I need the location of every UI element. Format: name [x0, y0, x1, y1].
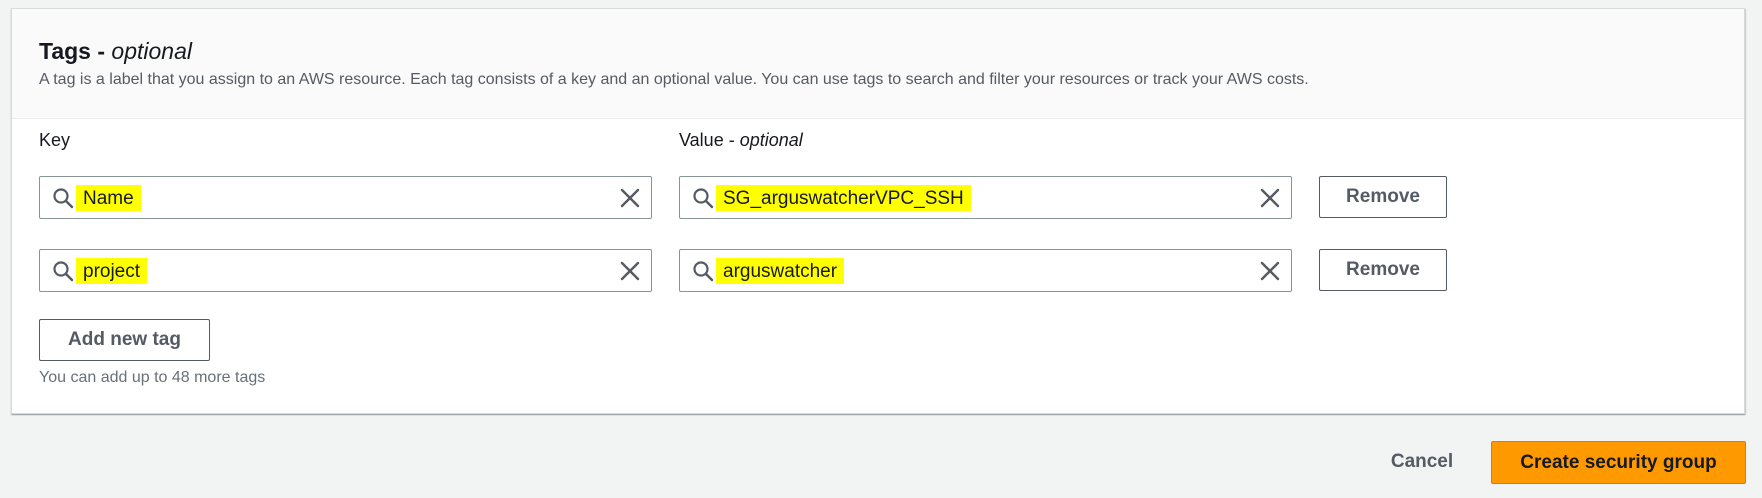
- tag-key-input[interactable]: project: [39, 249, 652, 292]
- tag-key-value: Name: [76, 185, 141, 211]
- key-column-label: Key: [39, 130, 71, 150]
- tag-value-input[interactable]: arguswatcher: [679, 249, 1292, 292]
- tags-description: A tag is a label that you assign to an A…: [39, 71, 1309, 88]
- tag-key-input[interactable]: Name: [39, 176, 652, 219]
- tag-value-input[interactable]: SG_arguswatcherVPC_SSH: [679, 176, 1292, 219]
- close-icon[interactable]: [619, 260, 641, 282]
- cancel-button[interactable]: Cancel: [1372, 441, 1472, 483]
- tags-panel: Tags - optional A tag is a label that yo…: [11, 8, 1745, 414]
- remove-tag-button[interactable]: Remove: [1319, 176, 1447, 218]
- tag-value-value: arguswatcher: [716, 258, 845, 284]
- close-icon[interactable]: [1259, 260, 1281, 282]
- search-icon: [693, 261, 714, 282]
- tag-key-value: project: [76, 258, 148, 284]
- close-icon[interactable]: [1259, 187, 1281, 209]
- tags-title-optional: optional: [111, 38, 192, 64]
- search-icon: [53, 188, 74, 209]
- tags-title-text: Tags -: [39, 38, 106, 64]
- value-label-optional: optional: [739, 130, 803, 150]
- value-column-label: Value - optional: [679, 130, 803, 151]
- tags-title: Tags - optional: [39, 38, 192, 65]
- search-icon: [693, 188, 714, 209]
- tag-value-value: SG_arguswatcherVPC_SSH: [716, 185, 971, 211]
- add-new-tag-button[interactable]: Add new tag: [39, 319, 210, 361]
- create-security-group-button[interactable]: Create security group: [1491, 441, 1746, 484]
- close-icon[interactable]: [619, 187, 641, 209]
- remove-tag-button[interactable]: Remove: [1319, 249, 1447, 291]
- value-label-text: Value -: [679, 130, 735, 150]
- tags-limit-hint: You can add up to 48 more tags: [39, 369, 266, 386]
- search-icon: [53, 261, 74, 282]
- tags-panel-header: Tags - optional A tag is a label that yo…: [12, 9, 1744, 119]
